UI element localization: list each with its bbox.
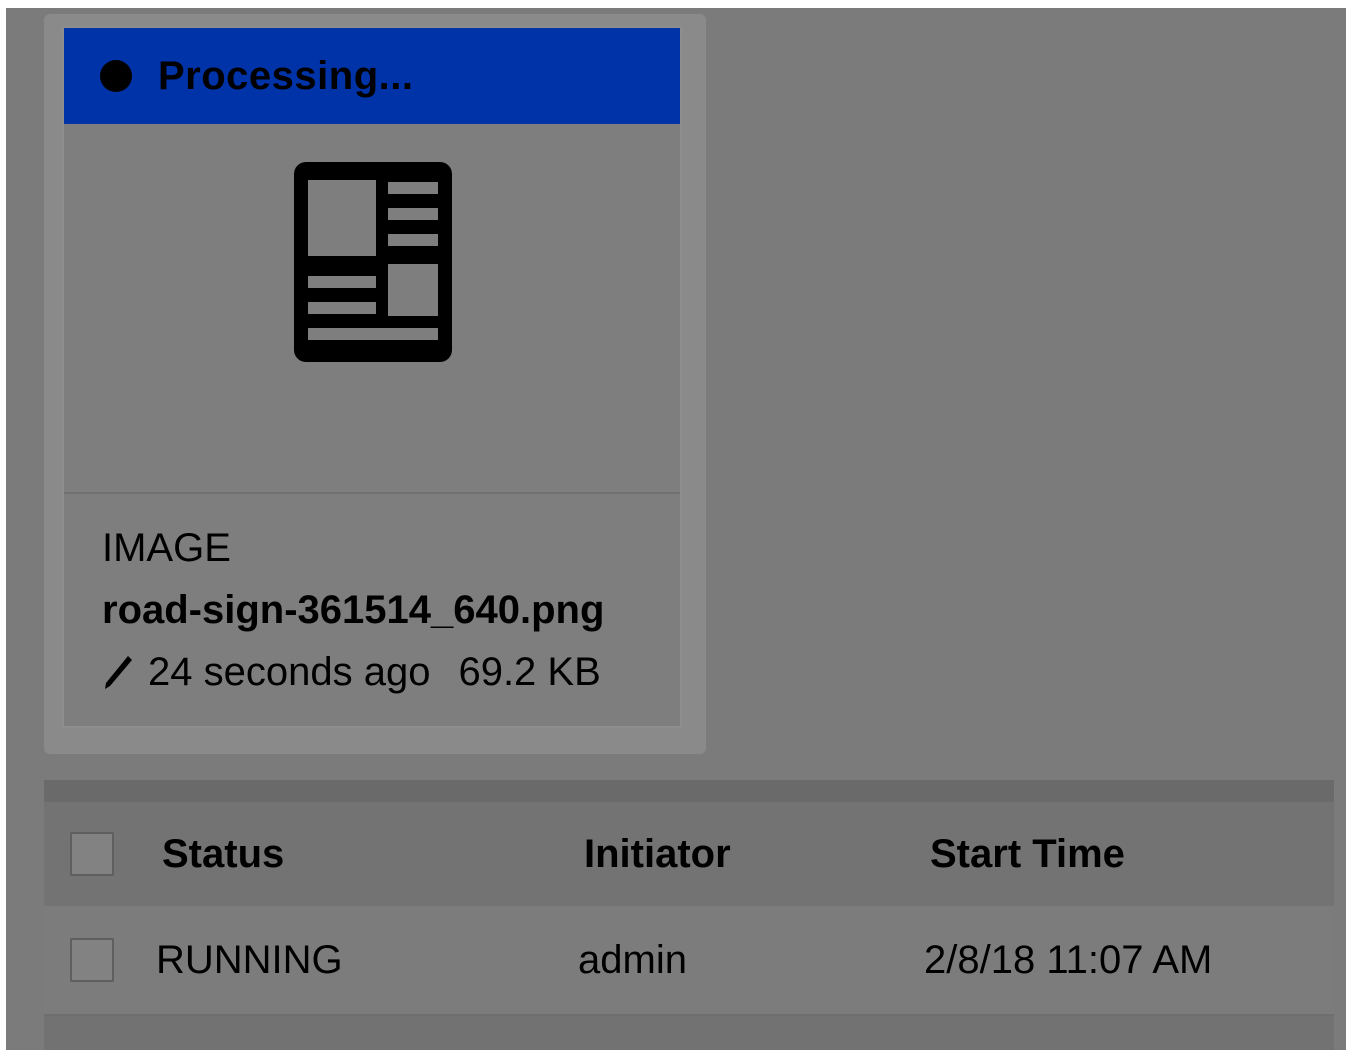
card-status-label: Processing... (158, 53, 414, 98)
table-toolbar (44, 780, 1334, 802)
file-info: IMAGE road-sign-361514_640.png 24 second… (102, 524, 670, 696)
screen-overlay: Processing... IMAGE road-sign-361514_640… (6, 8, 1346, 1050)
row-checkbox[interactable] (70, 938, 114, 982)
select-all-checkbox[interactable] (70, 832, 114, 876)
column-header-initiator[interactable]: Initiator (584, 830, 731, 878)
table-row[interactable]: RUNNING admin 2/8/18 11:07 AM (44, 906, 1334, 1016)
column-header-status[interactable]: Status (162, 830, 284, 878)
row-initiator: admin (578, 938, 687, 982)
pencil-icon (105, 656, 132, 689)
row-start-time: 2/8/18 11:07 AM (924, 938, 1213, 982)
row-status: RUNNING (156, 938, 343, 982)
file-modified: 24 seconds ago (148, 650, 431, 694)
file-type: IMAGE (102, 526, 231, 570)
column-header-start-time[interactable]: Start Time (930, 830, 1125, 878)
jobs-table: Status Initiator Start Time RUNNING admi… (44, 780, 1334, 1050)
status-dot-icon (100, 60, 132, 92)
table-header: Status Initiator Start Time (44, 802, 1334, 906)
file-meta: 24 seconds ago 69.2 KB (102, 648, 670, 696)
table-row-partial (44, 1016, 1334, 1050)
document-layout-icon (294, 162, 452, 362)
file-preview[interactable] (64, 124, 680, 494)
file-card[interactable]: Processing... IMAGE road-sign-361514_640… (62, 26, 682, 728)
file-size: 69.2 KB (458, 650, 601, 694)
card-status-bar: Processing... (64, 28, 680, 124)
file-name[interactable]: road-sign-361514_640.png (102, 586, 670, 634)
